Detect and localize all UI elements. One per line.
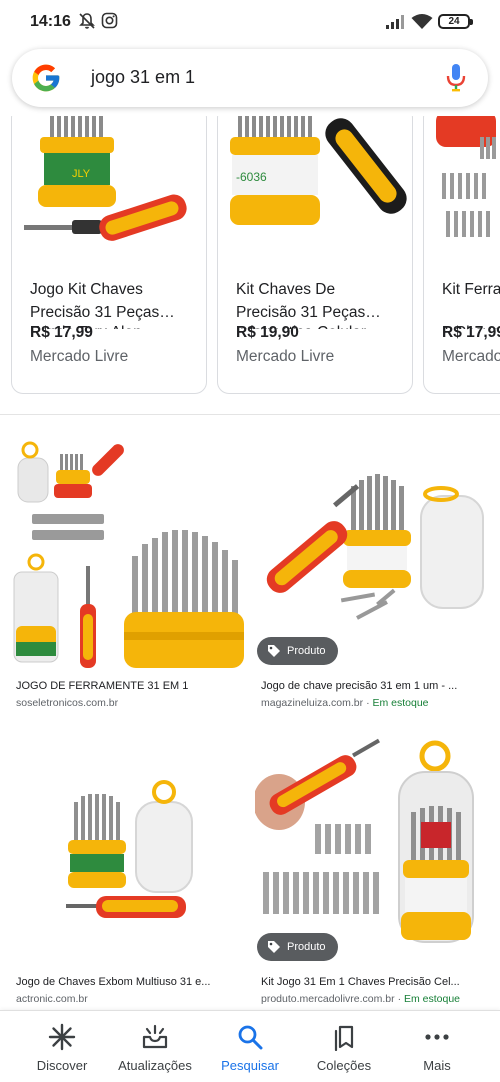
result-image[interactable]	[255, 732, 491, 966]
result-image[interactable]	[10, 436, 246, 670]
nav-label: Discover	[36, 1058, 88, 1073]
image-result[interactable]: Produto Kit Jogo 31 Em 1 Chaves Precisão…	[255, 732, 491, 1007]
tag-icon	[268, 645, 280, 657]
product-badge-label: Produto	[287, 941, 326, 953]
product-badge: Produto	[257, 933, 338, 961]
result-source-domain: soseletronicos.com.br	[16, 697, 119, 709]
product-carousel[interactable]: JLY Jogo Kit Chaves Precisão 31 Peças… F…	[0, 116, 500, 406]
result-title[interactable]: Jogo de Chaves Exbom Multiuso 31 e...	[16, 976, 246, 988]
product-title[interactable]: Jogo Kit Chaves Precisão 31 Peças…	[30, 278, 190, 324]
image-result[interactable]: Produto Jogo de chave precisão 31 em 1 u…	[255, 436, 491, 716]
status-time: 14:16	[30, 13, 71, 30]
notifications-off-icon	[79, 13, 95, 29]
product-price: R$ 17,99	[30, 324, 93, 341]
bottom-navigation: Discover Atualizações Pesquisar Coleções…	[0, 1010, 500, 1082]
nav-updates[interactable]: Atualizações	[107, 1011, 203, 1082]
section-divider	[0, 414, 500, 415]
search-bar[interactable]: jogo 31 em 1	[12, 49, 488, 107]
nav-collections[interactable]: Coleções	[296, 1011, 392, 1082]
result-title[interactable]: Jogo de chave precisão 31 em 1 um - ...	[261, 680, 491, 692]
product-price: R$ 17,99	[442, 324, 500, 341]
product-label: JLY	[72, 168, 91, 180]
product-card[interactable]: JLY Jogo Kit Chaves Precisão 31 Peças… F…	[11, 116, 207, 394]
result-source: soseletronicos.com.br	[16, 697, 118, 709]
product-image: JLY	[12, 116, 206, 257]
product-card[interactable]: -6036 Kit Chaves De Precisão 31 Peças… I…	[217, 116, 413, 394]
source-separator: ·	[397, 993, 402, 1005]
product-price: R$ 19,90	[236, 324, 299, 341]
status-bar: 14:16 24	[0, 0, 500, 44]
result-title[interactable]: JOGO DE FERRAMENTE 31 EM 1	[16, 680, 246, 692]
nav-search[interactable]: Pesquisar	[202, 1011, 298, 1082]
nav-label: Coleções	[316, 1058, 372, 1073]
result-image[interactable]	[255, 436, 491, 670]
instagram-icon	[101, 12, 118, 29]
result-source: actronic.com.br	[16, 993, 88, 1005]
product-store: Mercado	[442, 348, 500, 365]
result-title[interactable]: Kit Jogo 31 Em 1 Chaves Precisão Cel...	[261, 976, 491, 988]
product-badge: Produto	[257, 637, 338, 665]
result-source: produto.mercadolivre.com.br · Em estoque	[261, 993, 460, 1005]
product-store: Mercado Livre	[30, 348, 129, 365]
result-source-domain: produto.mercadolivre.com.br	[261, 993, 395, 1005]
image-result[interactable]: Jogo de Chaves Exbom Multiuso 31 e... ac…	[10, 732, 246, 1007]
result-source-domain: actronic.com.br	[16, 993, 88, 1005]
product-image: -6036	[218, 116, 412, 257]
inbox-icon	[142, 1024, 168, 1049]
asterisk-icon	[48, 1023, 76, 1051]
product-store: Mercado Livre	[236, 348, 335, 365]
product-badge-label: Produto	[287, 645, 326, 657]
wifi-icon	[411, 14, 433, 29]
product-card[interactable]: Kit Ferra Precisão 1 Chaves R$ 17,99 Mer…	[423, 116, 500, 394]
signal-icon	[386, 15, 404, 29]
product-title[interactable]: Kit Ferra Precisão	[442, 278, 500, 324]
stock-status: Em estoque	[403, 993, 461, 1005]
source-separator: ·	[366, 697, 370, 709]
battery-indicator: 24	[438, 14, 473, 29]
image-result[interactable]: JOGO DE FERRAMENTE 31 EM 1 soseletronico…	[10, 436, 246, 716]
google-logo-icon	[32, 64, 60, 92]
microphone-icon[interactable]	[446, 63, 466, 93]
nav-discover[interactable]: Discover	[14, 1011, 110, 1082]
nav-label: Mais	[423, 1058, 451, 1073]
nav-label: Pesquisar	[221, 1058, 279, 1073]
nav-label: Atualizações	[118, 1058, 192, 1073]
result-source-domain: magazineluiza.com.br	[261, 697, 364, 709]
stock-status: Em estoque	[372, 697, 429, 709]
product-title[interactable]: Kit Chaves De Precisão 31 Peças…	[236, 278, 396, 324]
result-source: magazineluiza.com.br · Em estoque	[261, 697, 429, 709]
search-icon	[238, 1025, 263, 1050]
more-icon	[425, 1034, 449, 1040]
product-image	[424, 116, 500, 257]
product-label: -6036	[236, 170, 267, 184]
tag-icon	[268, 941, 280, 953]
search-input[interactable]: jogo 31 em 1	[91, 67, 195, 88]
result-image[interactable]	[10, 732, 246, 966]
collections-icon	[334, 1025, 354, 1051]
nav-more[interactable]: Mais	[389, 1011, 485, 1082]
